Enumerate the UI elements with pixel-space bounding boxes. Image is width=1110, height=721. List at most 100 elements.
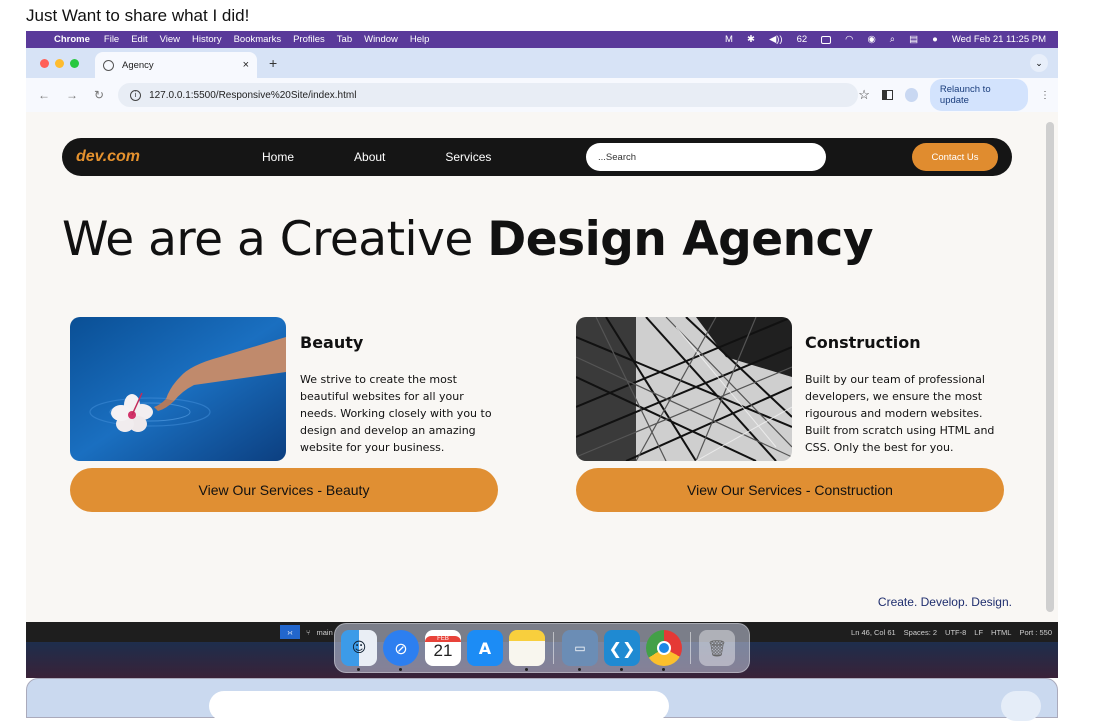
indentation[interactable]: Spaces: 2 bbox=[904, 628, 937, 637]
chrome-icon[interactable] bbox=[646, 630, 682, 671]
site-nav-links: Home About Services bbox=[262, 150, 491, 164]
siri-icon[interactable]: ● bbox=[932, 34, 938, 45]
spotlight-icon[interactable]: ⌕ bbox=[890, 34, 895, 45]
menu-bookmarks[interactable]: Bookmarks bbox=[234, 34, 282, 45]
card-title-construction: Construction bbox=[805, 333, 921, 352]
menu-file[interactable]: File bbox=[104, 34, 119, 45]
page-viewport: dev.com Home About Services ...Search Co… bbox=[26, 112, 1058, 622]
preview-icon[interactable]: ▭ bbox=[562, 630, 598, 671]
view-services-construction-button[interactable]: View Our Services - Construction bbox=[576, 468, 1004, 512]
wifi-icon[interactable]: ◠ bbox=[845, 34, 853, 45]
nav-link-home[interactable]: Home bbox=[262, 150, 294, 164]
forward-arrow-icon[interactable]: → bbox=[66, 88, 78, 102]
hero-bold: Design Agency bbox=[487, 212, 874, 267]
finder-icon[interactable]: ☺ bbox=[341, 630, 377, 671]
browser-tabstrip: Agency × + ⌄ bbox=[26, 48, 1058, 78]
encoding[interactable]: UTF-8 bbox=[945, 628, 966, 637]
menu-window[interactable]: Window bbox=[364, 34, 398, 45]
page-scrollbar[interactable] bbox=[1046, 122, 1054, 612]
contact-us-button[interactable]: Contact Us bbox=[912, 143, 998, 171]
menubar-clock[interactable]: Wed Feb 21 11:25 PM bbox=[952, 34, 1046, 45]
vscode-icon[interactable]: ❮❯ bbox=[604, 630, 640, 671]
reload-icon[interactable]: ↻ bbox=[94, 88, 104, 102]
card-text-beauty: We strive to create the most beautiful w… bbox=[300, 373, 492, 454]
background-browser-window bbox=[26, 678, 1058, 721]
menu-history[interactable]: History bbox=[192, 34, 222, 45]
browser-toolbar: ← → ↻ i 127.0.0.1:5500/Responsive%20Site… bbox=[26, 78, 1058, 112]
construction-photo bbox=[576, 317, 792, 461]
menu-view[interactable]: View bbox=[160, 34, 180, 45]
side-panel-icon[interactable] bbox=[881, 90, 893, 100]
git-branch-icon[interactable]: ⑂ bbox=[306, 628, 311, 637]
site-info-icon[interactable]: i bbox=[130, 89, 142, 101]
beauty-image bbox=[70, 317, 286, 461]
back-arrow-icon[interactable]: ← bbox=[38, 88, 50, 102]
new-tab-icon[interactable]: + bbox=[269, 55, 277, 71]
running-indicator bbox=[357, 668, 360, 671]
minimize-window-button[interactable] bbox=[55, 58, 64, 68]
calendar-icon[interactable]: FEB 21 bbox=[425, 630, 461, 666]
bluetooth-icon[interactable]: ✱ bbox=[747, 34, 755, 45]
bookmark-star-icon[interactable]: ☆ bbox=[858, 87, 870, 103]
safari-icon[interactable]: ⊘ bbox=[383, 630, 419, 671]
running-indicator bbox=[578, 668, 581, 671]
calendar-day: 21 bbox=[433, 641, 453, 660]
kebab-menu-icon[interactable]: ⋮ bbox=[1040, 90, 1050, 101]
window-controls bbox=[40, 58, 79, 68]
user-icon[interactable]: ◉ bbox=[867, 34, 875, 45]
tab-search-chevron-icon[interactable]: ⌄ bbox=[1030, 54, 1048, 72]
control-center-icon[interactable]: ▤ bbox=[909, 34, 918, 45]
menu-profiles[interactable]: Profiles bbox=[293, 34, 325, 45]
menu-edit[interactable]: Edit bbox=[131, 34, 147, 45]
card-text-construction: Built by our team of professional develo… bbox=[805, 373, 995, 454]
display-icon[interactable] bbox=[821, 35, 832, 44]
macos-dock: ☺ ⊘ FEB 21 A ▭ ❮❯ 🗑 bbox=[334, 623, 750, 673]
address-url[interactable]: 127.0.0.1:5500/Responsive%20Site/index.h… bbox=[149, 90, 356, 101]
menu-tab[interactable]: Tab bbox=[337, 34, 352, 45]
address-bar[interactable]: i 127.0.0.1:5500/Responsive%20Site/index… bbox=[118, 83, 859, 107]
line-ending[interactable]: LF bbox=[974, 628, 983, 637]
mac-menubar: Chrome File Edit View History Bookmarks … bbox=[26, 31, 1058, 48]
card-title-beauty: Beauty bbox=[300, 333, 364, 352]
search-placeholder: ...Search bbox=[598, 151, 637, 163]
notes-icon[interactable] bbox=[509, 630, 545, 671]
running-indicator bbox=[620, 668, 623, 671]
browser-tab-agency[interactable]: Agency × bbox=[95, 52, 257, 78]
site-logo[interactable]: dev.com bbox=[76, 148, 140, 166]
zoom-window-button[interactable] bbox=[70, 58, 79, 68]
language-mode[interactable]: HTML bbox=[991, 628, 1011, 637]
battery-icon[interactable]: 62 bbox=[797, 34, 808, 45]
live-server-port[interactable]: Port : 550 bbox=[1019, 628, 1052, 637]
cursor-position[interactable]: Ln 46, Col 61 bbox=[851, 628, 896, 637]
nav-link-about[interactable]: About bbox=[354, 150, 385, 164]
git-branch-name[interactable]: main bbox=[317, 628, 333, 637]
running-indicator bbox=[399, 668, 402, 671]
relaunch-button[interactable]: Relaunch to update bbox=[929, 79, 1028, 111]
app-store-icon[interactable]: A bbox=[467, 630, 503, 666]
malwarebytes-icon[interactable]: M bbox=[725, 34, 733, 45]
trash-icon[interactable]: 🗑 bbox=[699, 630, 735, 666]
site-navbar: dev.com Home About Services ...Search Co… bbox=[62, 138, 1012, 176]
globe-icon bbox=[103, 59, 114, 71]
background-search-bar[interactable] bbox=[209, 691, 669, 721]
tab-title: Agency bbox=[122, 59, 154, 71]
post-caption: Just Want to share what I did! bbox=[26, 6, 250, 25]
background-button[interactable] bbox=[1001, 691, 1041, 721]
menu-help[interactable]: Help bbox=[410, 34, 430, 45]
dock-separator bbox=[690, 632, 691, 664]
close-tab-icon[interactable]: × bbox=[243, 59, 249, 71]
beauty-photo bbox=[70, 317, 286, 461]
view-services-beauty-button[interactable]: View Our Services - Beauty bbox=[70, 468, 498, 512]
construction-image bbox=[576, 317, 792, 461]
close-window-button[interactable] bbox=[40, 58, 49, 68]
menu-app-name[interactable]: Chrome bbox=[54, 34, 90, 45]
volume-icon[interactable]: ◀)) bbox=[769, 34, 783, 45]
site-tagline: Create. Develop. Design. bbox=[877, 595, 1012, 609]
dock-separator bbox=[553, 632, 554, 664]
site-search-input[interactable]: ...Search bbox=[586, 143, 826, 171]
remote-indicator-icon[interactable]: ›‹ bbox=[280, 625, 300, 639]
running-indicator bbox=[662, 668, 665, 671]
nav-link-services[interactable]: Services bbox=[445, 150, 491, 164]
hero-heading: We are a Creative Design Agency bbox=[62, 212, 874, 267]
profile-avatar-icon[interactable] bbox=[904, 88, 918, 102]
